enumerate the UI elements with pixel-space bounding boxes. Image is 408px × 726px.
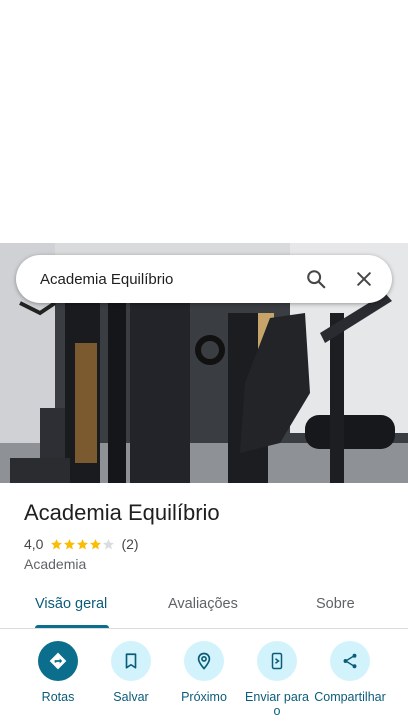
send-to-phone-icon-circle [257, 641, 297, 681]
search-icon [307, 270, 326, 289]
directions-button[interactable]: Rotas [18, 641, 98, 704]
active-tab-indicator [35, 625, 109, 628]
nearby-icon-circle [184, 641, 224, 681]
star-icon [103, 538, 115, 549]
star-icon [51, 538, 63, 549]
directions-label: Rotas [41, 690, 75, 704]
send-to-phone-icon [271, 652, 283, 670]
tab-overview[interactable]: Visão geral [35, 596, 107, 612]
bookmark-icon [125, 653, 137, 669]
share-label: Compartilhar [314, 690, 386, 704]
search-input[interactable]: Academia Equilíbrio [40, 271, 292, 288]
save-icon-circle [111, 641, 151, 681]
share-icon-circle [330, 641, 370, 681]
star-icon [64, 538, 76, 549]
rating-stars [50, 538, 115, 551]
star-icon [90, 538, 102, 549]
share-button[interactable]: Compartilhar [310, 641, 390, 704]
save-label: Salvar [113, 690, 149, 704]
tab-bar: Visão geral Avaliações Sobre [0, 584, 408, 629]
review-count: (2) [121, 536, 139, 552]
place-name: Academia Equilíbrio [24, 500, 220, 525]
search-button[interactable] [292, 255, 340, 303]
close-icon [357, 272, 371, 286]
send-to-phone-label: Enviar para o [245, 690, 309, 718]
directions-icon [49, 652, 67, 670]
nearby-icon [197, 652, 211, 670]
nearby-label: Próximo [181, 690, 227, 704]
tab-reviews[interactable]: Avaliações [168, 596, 238, 612]
rating-value: 4,0 [24, 536, 44, 552]
save-button[interactable]: Salvar [91, 641, 171, 704]
place-category: Academia [24, 556, 87, 572]
tab-about[interactable]: Sobre [316, 596, 355, 612]
directions-icon-circle [38, 641, 78, 681]
share-icon [343, 653, 357, 669]
star-icon [77, 538, 89, 549]
rating-row[interactable]: 4,0 (2) [24, 536, 139, 552]
nearby-button[interactable]: Próximo [164, 641, 244, 704]
send-to-phone-button[interactable]: Enviar para o [237, 641, 317, 718]
search-bar[interactable]: Academia Equilíbrio [16, 255, 392, 303]
clear-search-button[interactable] [340, 255, 388, 303]
